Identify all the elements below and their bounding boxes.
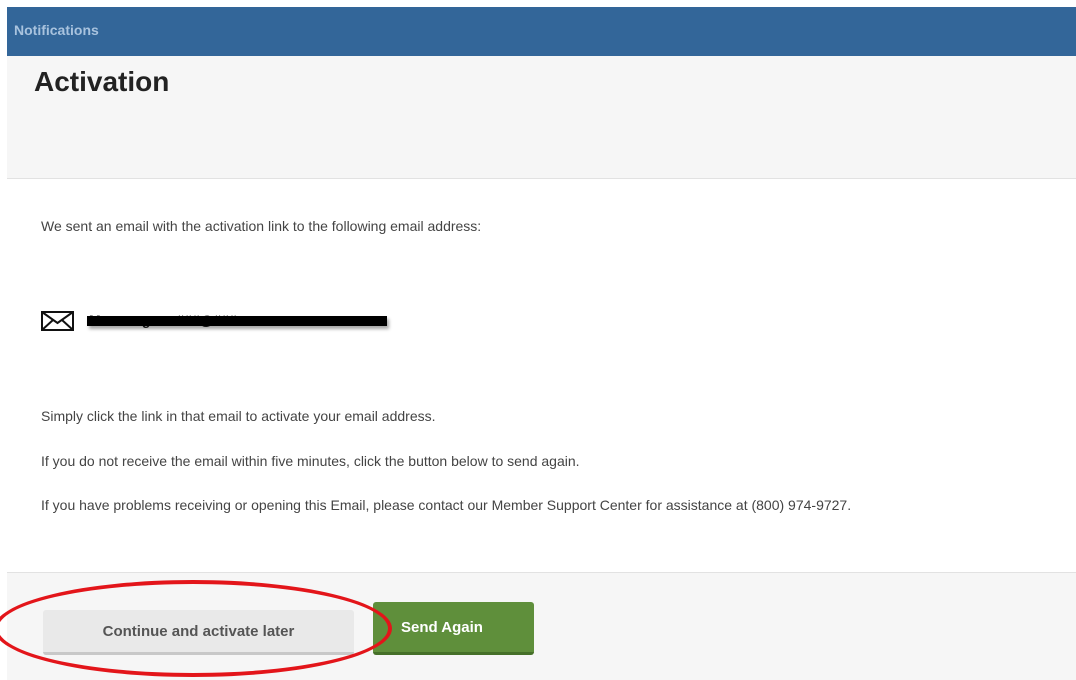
redaction-bar (87, 316, 387, 326)
envelope-icon (41, 311, 74, 331)
continue-later-button[interactable]: Continue and activate later (43, 610, 354, 655)
send-again-button[interactable]: Send Again (373, 602, 534, 655)
resend-info-text: If you do not receive the email within f… (41, 453, 580, 469)
top-bar: Notifications (7, 7, 1076, 56)
instruction-text: Simply click the link in that email to a… (41, 408, 436, 424)
intro-text: We sent an email with the activation lin… (41, 218, 482, 234)
support-contact-text: If you have problems receiving or openin… (41, 497, 852, 513)
page-title: Activation (34, 66, 170, 97)
topbar-title: Notifications (14, 22, 99, 38)
